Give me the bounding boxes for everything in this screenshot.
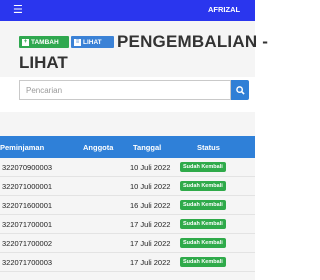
search-input[interactable] xyxy=(19,80,231,100)
page-title-line2: LIHAT xyxy=(19,53,68,72)
table-row[interactable]: 322070900003 10 Juli 2022 Sudah Kembali xyxy=(0,158,255,177)
cell-tanggal: 17 Juli 2022 xyxy=(130,220,171,229)
status-badge: Sudah Kembali xyxy=(180,238,226,248)
cell-tanggal: 17 Juli 2022 xyxy=(130,258,171,267)
search-bar xyxy=(19,80,249,100)
cell-tanggal: 10 Juli 2022 xyxy=(130,163,171,172)
page-header: + TAMBAH ≡ LIHAT PENGEMBALIAN - LIHAT xyxy=(0,21,268,77)
top-navbar: ☰ AFRIZAL xyxy=(0,0,255,21)
cell-id: 322071600001 xyxy=(2,201,53,210)
hamburger-icon[interactable]: ☰ xyxy=(13,4,23,16)
table-row[interactable]: 322071700001 17 Juli 2022 Sudah Kembali xyxy=(0,215,255,234)
table-row[interactable]: 322071000001 10 Juli 2022 Sudah Kembali xyxy=(0,177,255,196)
status-badge: Sudah Kembali xyxy=(180,162,226,172)
cell-id: 322071000001 xyxy=(2,182,53,191)
search-button[interactable] xyxy=(231,80,249,100)
table-row[interactable]: 322071700003 17 Juli 2022 Sudah Kembali xyxy=(0,253,255,272)
search-icon xyxy=(235,85,245,95)
table-row[interactable]: 322071700002 17 Juli 2022 Sudah Kembali xyxy=(0,234,255,253)
column-tanggal[interactable]: Tanggal xyxy=(133,143,161,152)
cell-id: 322071700003 xyxy=(2,258,53,267)
column-status[interactable]: Status xyxy=(197,143,220,152)
list-icon: ≡ xyxy=(74,38,81,46)
cell-tanggal: 17 Juli 2022 xyxy=(130,239,171,248)
data-table: Peminjaman Anggota Tanggal Status 322070… xyxy=(0,112,255,280)
status-badge: Sudah Kembali xyxy=(180,219,226,229)
tambah-label: TAMBAH xyxy=(31,38,59,46)
column-peminjaman[interactable]: Peminjaman xyxy=(0,143,44,152)
cell-id: 322071700001 xyxy=(2,220,53,229)
status-badge: Sudah Kembali xyxy=(180,181,226,191)
user-name[interactable]: AFRIZAL xyxy=(208,5,240,14)
row-divider xyxy=(0,271,255,272)
status-badge: Sudah Kembali xyxy=(180,200,226,210)
tambah-button[interactable]: + TAMBAH xyxy=(19,36,69,48)
plus-icon: + xyxy=(22,38,29,46)
status-badge: Sudah Kembali xyxy=(180,257,226,267)
column-anggota[interactable]: Anggota xyxy=(83,143,113,152)
page-title: PENGEMBALIAN - xyxy=(117,32,269,51)
cell-tanggal: 16 Juli 2022 xyxy=(130,201,171,210)
table-header: Peminjaman Anggota Tanggal Status xyxy=(0,136,255,158)
cell-id: 322071700002 xyxy=(2,239,53,248)
lihat-label: LIHAT xyxy=(83,38,102,46)
cell-tanggal: 10 Juli 2022 xyxy=(130,182,171,191)
lihat-button[interactable]: ≡ LIHAT xyxy=(71,36,114,48)
table-row[interactable]: 322071600001 16 Juli 2022 Sudah Kembali xyxy=(0,196,255,215)
cell-id: 322070900003 xyxy=(2,163,53,172)
